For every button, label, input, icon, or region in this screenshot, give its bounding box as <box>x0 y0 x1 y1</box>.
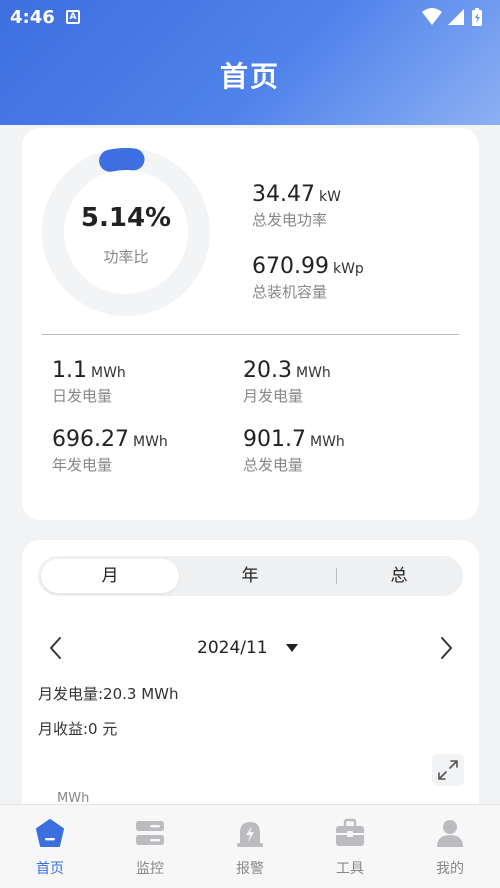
total-generation-stat: 901.7 MWh 总发电量 <box>243 427 345 475</box>
monthly-generation-stat: 20.3 MWh 月发电量 <box>243 358 331 406</box>
nav-home-label: 首页 <box>36 861 64 877</box>
nav-profile-label: 我的 <box>436 861 464 877</box>
total-generation-label: 总发电量 <box>243 456 304 474</box>
current-power-label: 总发电功率 <box>252 211 328 229</box>
next-period-chevron-right-icon[interactable] <box>434 634 458 662</box>
nav-monitor-label: 监控 <box>136 861 164 877</box>
daily-generation-stat: 1.1 MWh 日发电量 <box>52 358 126 406</box>
monthly-revenue-summary: 月收益:0 元 <box>38 720 118 738</box>
tab-total[interactable]: 总 <box>338 559 460 593</box>
yearly-generation-stat: 696.27 MWh 年发电量 <box>52 427 168 475</box>
period-segmented-control: 月 年 总 <box>38 556 463 596</box>
daily-generation-unit: MWh <box>91 365 126 381</box>
current-power-value: 34.47 <box>252 182 315 207</box>
nav-monitor[interactable]: 监控 <box>100 805 200 888</box>
toolbox-icon <box>336 818 364 846</box>
nav-home[interactable]: 首页 <box>0 805 100 888</box>
page-title: 首页 <box>219 60 280 93</box>
nav-tools-label: 工具 <box>336 861 364 877</box>
total-generation-unit: MWh <box>309 434 345 450</box>
app-header: 4:46 A 首页 <box>0 0 500 125</box>
daily-generation-value: 1.1 <box>52 358 87 383</box>
total-generation-value: 901.7 <box>243 427 306 452</box>
battery-icon <box>472 8 482 26</box>
dropdown-caret-icon <box>286 644 298 652</box>
nav-alarm-label: 报警 <box>236 861 264 877</box>
monthly-generation-value: 20.3 <box>243 358 292 383</box>
summary-divider <box>42 334 459 335</box>
nav-tools[interactable]: 工具 <box>300 805 400 888</box>
previous-period-chevron-left-icon[interactable] <box>44 634 68 662</box>
yearly-generation-label: 年发电量 <box>52 456 113 474</box>
tab-separator <box>336 568 337 584</box>
current-power-unit: kW <box>318 189 341 205</box>
wifi-icon <box>422 8 442 25</box>
monitor-icon <box>136 821 164 845</box>
tab-month[interactable]: 月 <box>41 559 179 593</box>
installed-capacity-stat: 670.99 kWp 总装机容量 <box>252 254 364 302</box>
notification-a-icon: A <box>66 10 80 24</box>
monthly-generation-summary: 月发电量:20.3 MWh <box>38 685 179 703</box>
bottom-navigation: 首页 监控 报警 工具 我的 <box>0 804 500 888</box>
signal-icon <box>448 9 464 25</box>
summary-card: 5.14% 功率比 34.47 kW 总发电功率 670.99 kWp 总装机容量 … <box>22 128 479 520</box>
yearly-generation-value: 696.27 <box>52 427 129 452</box>
tab-year[interactable]: 年 <box>181 559 319 593</box>
installed-capacity-value: 670.99 <box>252 254 329 279</box>
period-card: 月 年 总 2024/11 月发电量:20.3 MWh 月收益:0 元 MWh <box>22 540 479 830</box>
fullscreen-expand-icon[interactable] <box>432 754 464 786</box>
monthly-generation-label: 月发电量 <box>243 387 304 405</box>
power-ratio-arc <box>99 148 145 172</box>
yearly-generation-unit: MWh <box>132 434 168 450</box>
alarm-icon <box>237 822 263 847</box>
status-time: 4:46 <box>10 7 55 28</box>
installed-capacity-unit: kWp <box>332 261 364 277</box>
power-ratio-value: 5.14% <box>80 203 172 233</box>
system-status-icons <box>422 8 482 26</box>
nav-alarm[interactable]: 报警 <box>200 805 300 888</box>
selected-date: 2024/11 <box>197 638 268 658</box>
installed-capacity-label: 总装机容量 <box>252 283 328 301</box>
date-selector[interactable]: 2024/11 <box>172 636 332 660</box>
user-icon <box>437 820 463 847</box>
current-power-stat: 34.47 kW 总发电功率 <box>252 182 341 230</box>
monthly-generation-unit: MWh <box>295 365 331 381</box>
daily-generation-label: 日发电量 <box>52 387 113 405</box>
nav-profile[interactable]: 我的 <box>400 805 500 888</box>
status-bar: 4:46 A <box>0 0 500 36</box>
home-icon <box>36 819 64 847</box>
power-ratio-label: 功率比 <box>103 248 149 266</box>
